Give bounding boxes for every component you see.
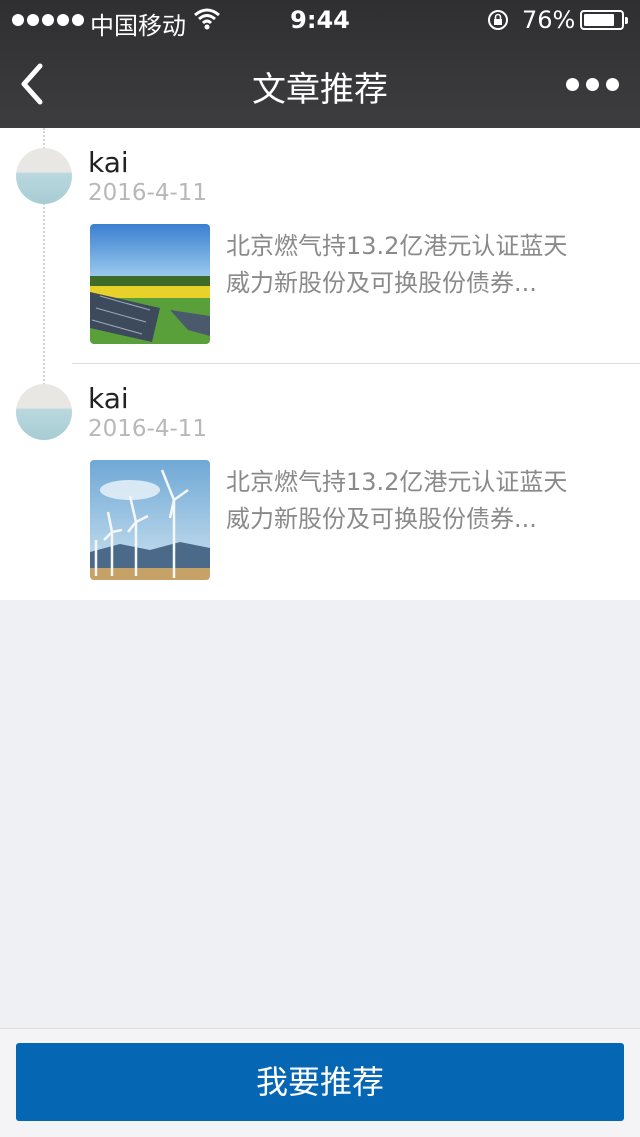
summary-line: 威力新股份及可换股份债券... [226,505,537,533]
avatar[interactable] [16,148,72,204]
solar-panels-image[interactable] [90,224,210,344]
page-title: 文章推荐 [252,70,388,110]
footer: 我要推荐 [0,1028,640,1137]
wind-turbines-image[interactable] [90,460,210,580]
more-button[interactable] [560,66,624,102]
summary-line: 北京燃气持13.2亿港元认证蓝天 [226,468,568,496]
list-item[interactable]: kai 2016-4-11 北京燃气持13.2亿港元认证蓝天 威力新股份及可换股… [0,128,640,364]
post-date: 2016-4-11 [88,180,208,206]
recommend-button[interactable]: 我要推荐 [16,1043,624,1121]
avatar[interactable] [16,384,72,440]
article-summary[interactable]: 北京燃气持13.2亿港元认证蓝天 威力新股份及可换股份债券... [226,228,616,302]
author-name: kai [88,146,129,179]
more-dots-icon [565,77,579,91]
author-name: kai [88,382,129,415]
battery-icon [580,10,628,30]
article-list: kai 2016-4-11 北京燃气持13.2亿港元认证蓝天 威力新股份及可换股… [0,128,640,600]
rotation-lock-icon [488,10,508,30]
summary-line: 北京燃气持13.2亿港元认证蓝天 [226,232,568,260]
header: 中国移动 9:44 76% 文章推荐 [0,0,640,128]
list-item[interactable]: kai 2016-4-11 北京燃气持13.2亿港元认证蓝天 威力新股份及可换股… [0,364,640,600]
status-bar: 中国移动 9:44 76% [0,0,640,40]
article-summary[interactable]: 北京燃气持13.2亿港元认证蓝天 威力新股份及可换股份债券... [226,464,616,538]
summary-line: 威力新股份及可换股份债券... [226,269,537,297]
battery-percentage: 76% [522,6,576,34]
nav-bar: 文章推荐 [0,40,640,128]
post-date: 2016-4-11 [88,416,208,442]
